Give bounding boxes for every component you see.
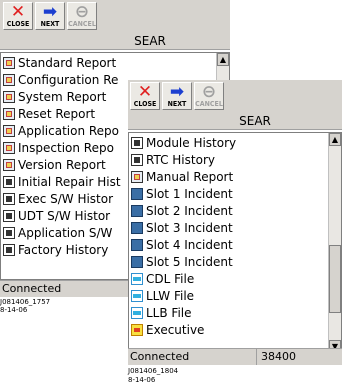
list-item[interactable]: RTC History [131, 152, 215, 169]
list-item[interactable]: UDT S/W Histor [3, 208, 110, 225]
report-icon [3, 159, 15, 171]
incident-icon [131, 205, 143, 217]
vertical-scrollbar[interactable]: ▲ ▼ [328, 133, 341, 353]
caption-id: J081406_1757 [0, 298, 51, 306]
list-item[interactable]: Inspection Repo [3, 140, 114, 157]
list-item[interactable]: Executive [131, 322, 204, 339]
baud-rate: 38400 [256, 349, 296, 365]
list-item[interactable]: Reset Report [3, 106, 95, 123]
status-bar: Connected 38400 [128, 348, 342, 365]
incident-icon [131, 188, 143, 200]
report-icon [3, 142, 15, 154]
list-item[interactable]: Application S/W [3, 225, 112, 242]
list-item[interactable]: Configuration Re [3, 72, 118, 89]
list-item[interactable]: Slot 4 Incident [131, 237, 233, 254]
report-icon [3, 91, 15, 103]
list-item[interactable]: LLB File [131, 305, 192, 322]
close-icon: ✕ [10, 2, 26, 22]
history-icon [3, 227, 15, 239]
cancel-icon: ⊖ [201, 82, 217, 102]
history-icon [3, 210, 15, 222]
toolbar: ✕ CLOSE ➡ NEXT ⊖ CANCEL [0, 0, 230, 32]
history-icon [131, 154, 143, 166]
caption-date: 8-14-06 [0, 306, 28, 314]
file-icon [131, 290, 143, 302]
incident-icon [131, 239, 143, 251]
file-icon [131, 273, 143, 285]
window-title: SEAR [128, 112, 342, 130]
arrow-up-icon: ▲ [219, 55, 227, 64]
list-item[interactable]: Factory History [3, 242, 108, 259]
cancel-button[interactable]: ⊖ CANCEL [194, 82, 224, 110]
next-button[interactable]: ➡ NEXT [162, 82, 192, 110]
list-item[interactable]: LLW File [131, 288, 194, 305]
report-icon [3, 108, 15, 120]
report-icon [3, 74, 15, 86]
scroll-thumb[interactable] [329, 245, 341, 313]
report-icon [3, 57, 15, 69]
arrow-right-icon: ➡ [42, 2, 58, 22]
next-button[interactable]: ➡ NEXT [35, 2, 65, 30]
arrow-up-icon: ▲ [331, 135, 339, 144]
report-icon [131, 171, 143, 183]
history-icon [131, 137, 143, 149]
list-item[interactable]: Standard Report [3, 55, 116, 72]
toolbar: ✕ CLOSE ➡ NEXT ⊖ CANCEL [128, 80, 342, 112]
report-icon [3, 125, 15, 137]
list-item[interactable]: CDL File [131, 271, 194, 288]
list-item[interactable]: Slot 2 Incident [131, 203, 233, 220]
caption-date: 8-14-06 [128, 376, 156, 384]
list-item[interactable]: Application Repo [3, 123, 119, 140]
incident-icon [131, 256, 143, 268]
connection-status: Connected [130, 350, 190, 363]
list-item[interactable]: Version Report [3, 157, 106, 174]
window-title: SEAR [0, 32, 230, 50]
list-item[interactable]: Slot 3 Incident [131, 220, 233, 237]
sear-window-front: ✕ CLOSE ➡ NEXT ⊖ CANCEL SEAR Module Hist… [128, 80, 342, 390]
file-icon [131, 307, 143, 319]
history-icon [3, 176, 15, 188]
report-list[interactable]: Module History RTC History Manual Report… [128, 132, 342, 354]
close-button[interactable]: ✕ CLOSE [3, 2, 33, 30]
cancel-icon: ⊖ [74, 2, 90, 22]
list-item[interactable]: Exec S/W Histor [3, 191, 113, 208]
arrow-right-icon: ➡ [169, 82, 185, 102]
list-item[interactable]: Manual Report [131, 169, 233, 186]
incident-icon [131, 222, 143, 234]
connection-status: Connected [2, 282, 62, 295]
history-icon [3, 244, 15, 256]
caption-id: J081406_1804 [128, 367, 179, 375]
close-icon: ✕ [137, 82, 153, 102]
list-item[interactable]: Slot 5 Incident [131, 254, 233, 271]
history-icon [3, 193, 15, 205]
list-item[interactable]: Slot 1 Incident [131, 186, 233, 203]
scroll-up-button[interactable]: ▲ [329, 133, 341, 146]
cancel-button[interactable]: ⊖ CANCEL [67, 2, 97, 30]
list-item[interactable]: System Report [3, 89, 106, 106]
scroll-up-button[interactable]: ▲ [217, 53, 229, 66]
list-item[interactable]: Module History [131, 135, 236, 152]
close-button[interactable]: ✕ CLOSE [130, 82, 160, 110]
list-item[interactable]: Initial Repair Hist [3, 174, 121, 191]
executive-icon [131, 324, 143, 336]
